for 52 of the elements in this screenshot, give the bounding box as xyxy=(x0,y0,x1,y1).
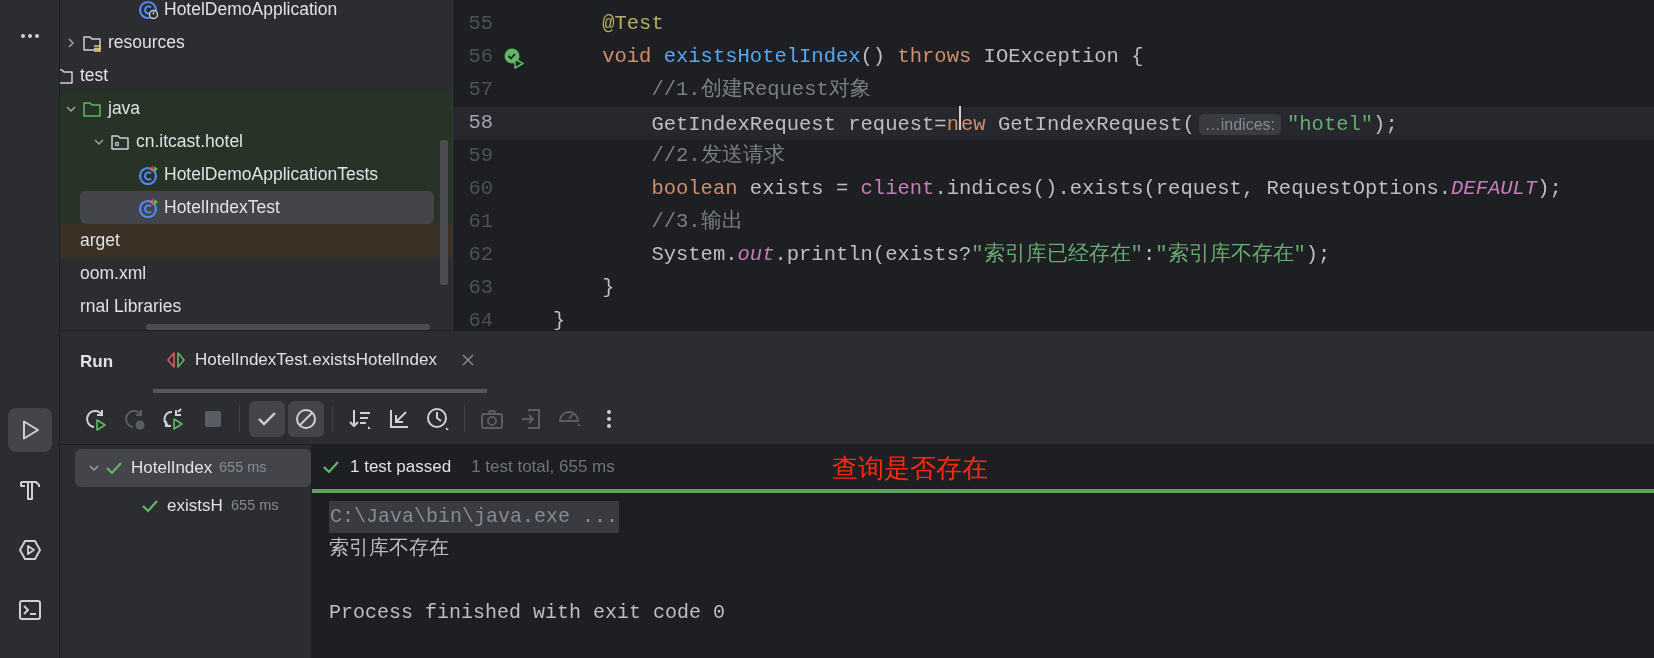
panel-title: Run xyxy=(80,351,114,374)
run-tab[interactable]: HotelIndexTest.existsHotelIndex xyxy=(153,331,487,393)
test-tree-item[interactable]: HotelIndex 655 ms xyxy=(75,449,311,487)
hammer-icon xyxy=(17,478,42,502)
clock-icon xyxy=(425,406,450,431)
test-details: 1 test total, 655 ms xyxy=(471,456,615,479)
test-tree-item[interactable]: existsH 655 ms xyxy=(75,487,311,525)
tree-item[interactable]: HotelIndexTest xyxy=(80,191,434,224)
gauge-icon xyxy=(558,411,581,426)
duration: 655 ms xyxy=(231,496,279,516)
test-run-icon xyxy=(165,350,188,370)
rerun-auto-icon xyxy=(161,406,186,431)
test-class-icon xyxy=(138,164,158,185)
code-line: GetIndexRequest request=new GetIndexRequest( …indices: "hotel"); xyxy=(553,106,1398,141)
test-summary: 1 test passed xyxy=(350,456,452,479)
parameter-hint: …indices: xyxy=(1198,114,1281,136)
console-line: 索引库不存在 xyxy=(329,536,449,562)
forbidden-icon xyxy=(293,406,318,431)
code-line: void existsHotelIndex() throws IOException { xyxy=(601,44,1144,71)
tree-item[interactable]: HotelDemoApplicationTests xyxy=(60,158,452,191)
terminal-icon xyxy=(17,598,42,622)
tree-item[interactable]: oom.xml xyxy=(60,257,452,290)
line-number: 58 xyxy=(467,110,493,137)
scrollbar[interactable] xyxy=(146,324,430,330)
code-line: @Test xyxy=(601,11,664,38)
annotation-text: 查询是否存在 xyxy=(832,452,988,485)
tree-item[interactable]: java xyxy=(60,92,452,125)
close-icon xyxy=(460,353,475,367)
console-line: Process finished with exit code 0 xyxy=(329,600,726,626)
dots-icon xyxy=(20,34,39,38)
play-hexagon-icon xyxy=(17,538,42,562)
test-class-icon xyxy=(138,197,158,218)
forbidden-button[interactable] xyxy=(287,400,324,437)
scrollbar[interactable] xyxy=(440,140,448,285)
tree-item[interactable]: HotelDemoApplication xyxy=(60,0,452,26)
code-line: //2.发送请求 xyxy=(650,142,785,170)
check-button[interactable] xyxy=(248,400,285,437)
tree-item[interactable]: arget xyxy=(60,224,452,257)
tree-item[interactable]: rnal Libraries xyxy=(60,290,452,323)
code-line: //3.输出 xyxy=(650,208,743,236)
code-line: } xyxy=(553,308,566,330)
more-icon xyxy=(606,409,611,428)
tree-item[interactable]: resources xyxy=(60,26,452,59)
duration: 655 ms xyxy=(219,458,267,478)
tree-item[interactable]: test xyxy=(60,59,452,92)
tree-item[interactable]: cn.itcast.hotel xyxy=(60,125,452,158)
code-line: boolean exists = client.indices().exists(request, RequestOptions.DEFAULT); xyxy=(650,176,1562,203)
play-button[interactable] xyxy=(7,408,52,452)
test-passed-icon xyxy=(503,46,525,69)
code-line: System.out.println(exists?"索引库已经存在":"索引库不存在"); xyxy=(650,241,1331,269)
code-line: } xyxy=(601,275,615,302)
code-line: //1.创建Request对象 xyxy=(650,76,871,104)
